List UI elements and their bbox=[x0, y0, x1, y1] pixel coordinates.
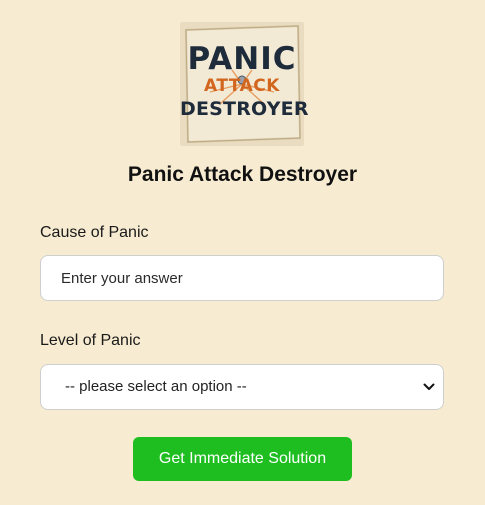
chevron-down-icon bbox=[423, 383, 435, 390]
level-of-panic-select[interactable]: -- please select an option -- bbox=[40, 364, 444, 410]
level-of-panic-label: Level of Panic bbox=[40, 332, 141, 349]
cause-of-panic-input[interactable] bbox=[40, 255, 444, 301]
cause-of-panic-label: Cause of Panic bbox=[40, 224, 149, 241]
logo-word-panic: PANIC bbox=[187, 41, 297, 77]
get-immediate-solution-button[interactable]: Get Immediate Solution bbox=[133, 437, 352, 481]
page-title: Panic Attack Destroyer bbox=[127, 163, 358, 186]
logo-word-destroyer: DESTROYER bbox=[180, 98, 309, 120]
level-of-panic-selected-value: -- please select an option -- bbox=[65, 378, 247, 395]
logo-word-attack: ATTACK bbox=[204, 76, 280, 96]
app-logo: PANIC ATTACK DESTROYER bbox=[180, 22, 309, 146]
